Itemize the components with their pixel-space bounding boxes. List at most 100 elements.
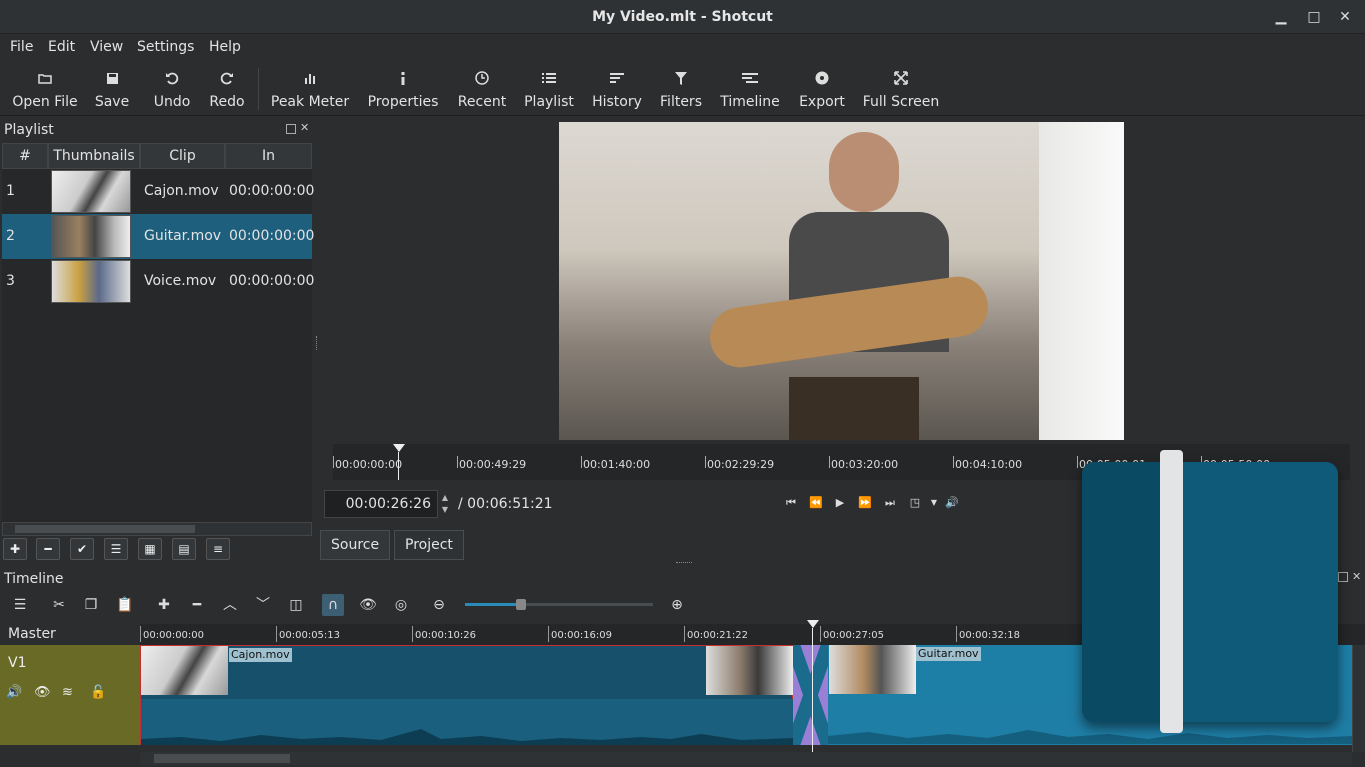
- playlist-row-selected[interactable]: 2 Guitar.mov 00:00:00:00: [2, 214, 314, 259]
- ruler-tick: 00:01:40:00: [583, 458, 651, 471]
- zoom-in-icon[interactable]: ⊕: [666, 594, 688, 616]
- timeline-title: Timeline: [4, 571, 64, 587]
- zoom-slider[interactable]: [465, 599, 653, 610]
- scrub-icon[interactable]: 👁: [357, 594, 379, 616]
- timeline-button[interactable]: Timeline: [716, 62, 784, 116]
- track-header-v1[interactable]: V1 🔊 👁 ≋ 🔓: [0, 645, 140, 745]
- menu-view[interactable]: View: [90, 39, 123, 55]
- mute-icon[interactable]: 🔊: [6, 685, 22, 700]
- zoom-fit-icon[interactable]: ◳: [907, 496, 923, 510]
- position-timecode[interactable]: 00:00:26:26: [324, 490, 438, 518]
- ruler-tick: 00:02:29:29: [707, 458, 775, 471]
- close-button[interactable]: ✕: [1336, 8, 1354, 26]
- transition[interactable]: [786, 642, 835, 748]
- ripple-icon[interactable]: ◎: [390, 594, 412, 616]
- column-header-clip[interactable]: Clip: [140, 143, 225, 169]
- playlist-menu-button[interactable]: ≡: [206, 538, 230, 560]
- menu-file[interactable]: File: [10, 39, 33, 55]
- history-button[interactable]: History: [588, 62, 646, 116]
- timecode-spinner[interactable]: ▲ ▼: [440, 492, 450, 516]
- zoom-slider-handle[interactable]: [516, 599, 527, 610]
- scrollbar-handle[interactable]: [15, 525, 195, 533]
- info-icon: [393, 68, 413, 88]
- properties-label: Properties: [367, 94, 439, 110]
- filters-label: Filters: [660, 94, 702, 110]
- skip-start-icon[interactable]: ⏮: [783, 496, 799, 510]
- update-button[interactable]: ✔: [70, 538, 94, 560]
- splitter-handle[interactable]: [676, 562, 692, 564]
- playlist-scrollbar[interactable]: [2, 522, 312, 536]
- clip-name: Cajon.mov: [144, 183, 219, 199]
- ruler-tick: 00:00:27:05: [823, 630, 885, 641]
- cut-icon[interactable]: ✂: [48, 594, 70, 616]
- close-panel-icon[interactable]: ✕: [1352, 570, 1361, 583]
- float-icon[interactable]: [1338, 572, 1348, 582]
- menu-help[interactable]: Help: [209, 39, 241, 55]
- rewind-icon[interactable]: ⏪: [808, 496, 824, 510]
- maximize-button[interactable]: □: [1305, 8, 1323, 26]
- hide-icon[interactable]: 👁: [34, 685, 51, 700]
- ruler-mark: [457, 456, 458, 468]
- split-icon[interactable]: ◫: [285, 594, 307, 616]
- add-button[interactable]: ✚: [3, 538, 27, 560]
- tab-source[interactable]: Source: [320, 530, 391, 560]
- open-file-button[interactable]: Open File: [8, 62, 82, 116]
- undo-button[interactable]: Undo: [150, 62, 194, 116]
- zoom-out-icon[interactable]: ⊖: [428, 594, 450, 616]
- volume-icon[interactable]: 🔊: [944, 496, 960, 510]
- export-icon: [812, 68, 832, 88]
- overlay-bar[interactable]: [1160, 450, 1183, 733]
- remove-button[interactable]: ━: [36, 538, 60, 560]
- skip-end-icon[interactable]: ⏭: [882, 496, 898, 510]
- timeline-clip-cajon[interactable]: Cajon.mov: [140, 645, 793, 745]
- playlist-button[interactable]: Playlist: [520, 62, 578, 116]
- tab-project[interactable]: Project: [394, 530, 464, 560]
- paste-icon[interactable]: 📋: [114, 594, 136, 616]
- peak-meter-button[interactable]: Peak Meter: [268, 62, 352, 116]
- recent-button[interactable]: Recent: [454, 62, 510, 116]
- composite-icon[interactable]: ≋: [62, 685, 73, 700]
- close-panel-icon[interactable]: ✕: [300, 121, 309, 134]
- menu-settings[interactable]: Settings: [137, 39, 194, 55]
- ruler-mark: [548, 626, 549, 642]
- filters-button[interactable]: Filters: [656, 62, 706, 116]
- snap-icon[interactable]: ∩: [322, 594, 344, 616]
- append-icon[interactable]: ✚: [153, 594, 175, 616]
- properties-button[interactable]: Properties: [364, 62, 442, 116]
- master-header: Master: [0, 624, 140, 645]
- menu-edit[interactable]: Edit: [48, 39, 75, 55]
- play-icon[interactable]: ▶: [832, 496, 848, 510]
- audio-waveform: [141, 699, 793, 745]
- ruler-mark: [820, 626, 821, 642]
- fast-forward-icon[interactable]: ⏩: [857, 496, 873, 510]
- column-header-number[interactable]: #: [2, 143, 48, 169]
- overwrite-icon[interactable]: ﹀: [252, 594, 274, 616]
- redo-button[interactable]: Redo: [206, 62, 248, 116]
- full-screen-label: Full Screen: [862, 94, 940, 110]
- scrollbar-handle[interactable]: [154, 754, 290, 763]
- tiles-view-button[interactable]: ▦: [138, 538, 162, 560]
- export-button[interactable]: Export: [794, 62, 850, 116]
- remove-icon[interactable]: ━: [186, 594, 208, 616]
- column-header-thumbnails[interactable]: Thumbnails: [48, 143, 140, 169]
- lift-icon[interactable]: ︿: [219, 594, 241, 616]
- minimize-button[interactable]: ▁: [1272, 8, 1290, 26]
- playlist-row[interactable]: 3 Voice.mov 00:00:00:00: [2, 259, 314, 304]
- details-view-button[interactable]: ☰: [104, 538, 128, 560]
- timeline-menu-icon[interactable]: ☰: [9, 594, 31, 616]
- icons-view-button[interactable]: ▤: [172, 538, 196, 560]
- chevron-down-icon[interactable]: ▼: [926, 496, 942, 510]
- full-screen-button[interactable]: Full Screen: [860, 62, 942, 116]
- splitter-handle[interactable]: [316, 336, 318, 350]
- timeline-vertical-scrollbar[interactable]: [1352, 645, 1365, 752]
- clip-name: Voice.mov: [144, 273, 217, 289]
- lock-icon[interactable]: 🔓: [90, 685, 106, 700]
- clip-thumbnail-start: [829, 645, 916, 694]
- clip-thumbnail: [51, 170, 131, 213]
- copy-icon[interactable]: ❐: [80, 594, 102, 616]
- playlist-row[interactable]: 1 Cajon.mov 00:00:00:00: [2, 169, 314, 214]
- timeline-horizontal-scrollbar[interactable]: [140, 752, 1352, 765]
- float-icon[interactable]: [286, 124, 296, 134]
- column-header-in[interactable]: In: [225, 143, 312, 169]
- save-button[interactable]: Save: [92, 62, 132, 116]
